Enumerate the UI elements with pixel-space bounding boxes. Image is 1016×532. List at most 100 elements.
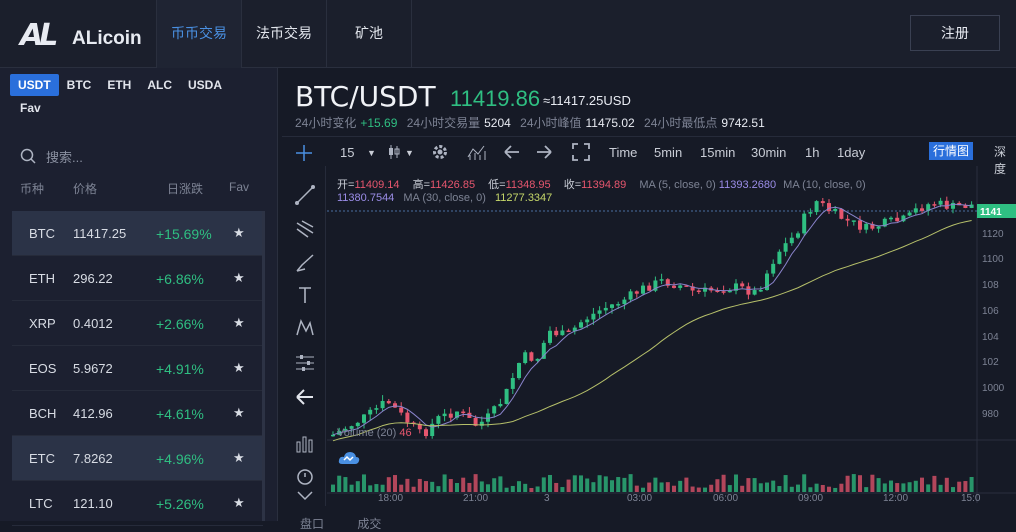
nav-mining-pool[interactable]: 矿池 <box>326 0 412 68</box>
candle-body <box>554 330 559 336</box>
indicators-icon[interactable] <box>467 143 487 161</box>
volume-bar <box>938 484 943 492</box>
tab-usda[interactable]: USDA <box>180 74 230 96</box>
tab-usdt[interactable]: USDT <box>10 74 59 96</box>
volume-bar <box>634 485 639 492</box>
volume-bar <box>479 481 484 492</box>
tab-orderbook[interactable]: 盘口 <box>300 517 324 531</box>
tab-fav[interactable]: Fav <box>20 101 41 115</box>
logo[interactable]: AL ALicoin <box>20 16 150 53</box>
fullscreen-icon[interactable] <box>572 143 590 161</box>
volume-bar <box>442 474 447 492</box>
tab-trades[interactable]: 成交 <box>357 517 381 531</box>
interval-30min[interactable]: 30min <box>751 145 786 160</box>
volume-bar <box>591 482 596 492</box>
chart-canvas[interactable]: 1120 1100 108 106 104 102 1000 980 18:00 21:00 3 0… <box>327 166 1016 503</box>
crosshair-icon[interactable] <box>294 143 314 163</box>
star-icon[interactable]: ★ <box>233 405 245 421</box>
fib-tool-icon[interactable] <box>294 218 316 240</box>
interval-1day[interactable]: 1day <box>837 145 865 160</box>
star-icon[interactable]: ★ <box>233 270 245 286</box>
col-price[interactable]: 价格 <box>73 180 97 197</box>
chart-toolbar: 15 ▼ ▼ Time 5min 15min 30min 1h 1day 行情图… <box>282 136 1016 176</box>
volume-bar <box>969 476 974 492</box>
brush-icon[interactable] <box>294 252 316 274</box>
volume-bar <box>895 483 900 492</box>
interval-5min[interactable]: 5min <box>654 145 682 160</box>
volume-bar <box>399 484 404 492</box>
redo-icon[interactable] <box>535 144 553 160</box>
y-tick-label: 102 <box>982 357 999 368</box>
volume-bar <box>486 484 490 492</box>
market-row-eos[interactable]: EOS 5.9672 +4.91% ★ <box>12 346 263 391</box>
interval-time[interactable]: Time <box>609 145 637 160</box>
pattern-tool-icon[interactable] <box>294 317 316 339</box>
star-icon[interactable]: ★ <box>233 225 245 241</box>
market-row-bch[interactable]: BCH 412.96 +4.61% ★ <box>12 391 263 436</box>
market-row-etc[interactable]: ETC 7.8262 +4.96% ★ <box>12 436 263 481</box>
volume-bar <box>876 478 881 492</box>
market-row-btc[interactable]: BTC 11417.25 +15.69% ★ <box>12 211 263 256</box>
chevron-down-icon[interactable]: ▼ <box>405 148 414 158</box>
col-symbol[interactable]: 币种 <box>20 180 44 197</box>
chevron-down-icon[interactable]: ▼ <box>367 148 376 158</box>
volume-legend: Volume (20) 46 <box>337 427 412 439</box>
col-change[interactable]: 日涨跌 <box>167 180 203 197</box>
candle-body <box>386 401 391 404</box>
interval-select[interactable]: 15 <box>340 145 354 160</box>
volume-bar <box>374 484 379 492</box>
trend-line-icon[interactable] <box>294 184 316 206</box>
col-fav: Fav <box>229 180 250 194</box>
candle-body <box>802 213 807 234</box>
star-icon[interactable]: ★ <box>233 315 245 331</box>
high-label: 高= <box>412 179 431 191</box>
volume-bar <box>926 484 931 492</box>
candle-body <box>510 378 515 389</box>
chevron-down-icon[interactable] <box>294 488 316 504</box>
star-icon[interactable]: ★ <box>233 450 245 466</box>
market-row-eth[interactable]: ETH 296.22 +6.86% ★ <box>12 256 263 301</box>
cloud-icon[interactable] <box>337 449 361 467</box>
candle-body <box>591 313 596 320</box>
candle-type-icon[interactable] <box>386 144 402 160</box>
register-button[interactable]: 注册 <box>910 15 1000 51</box>
nav-spot-trading[interactable]: 币币交易 <box>156 0 241 68</box>
star-icon[interactable]: ★ <box>233 360 245 376</box>
gear-icon[interactable] <box>431 143 449 161</box>
nav-fiat-trading[interactable]: 法币交易 <box>241 0 326 68</box>
text-tool-icon[interactable] <box>294 284 316 306</box>
undo-icon[interactable] <box>503 144 521 160</box>
tab-btc[interactable]: BTC <box>59 74 100 96</box>
tab-eth[interactable]: ETH <box>99 74 139 96</box>
volume-bars-icon[interactable] <box>294 433 316 455</box>
candle-body <box>746 286 751 295</box>
market-row-xrp[interactable]: XRP 0.4012 +2.66% ★ <box>12 301 263 346</box>
sidebar-scrollbar[interactable] <box>262 211 265 521</box>
candle-body <box>498 403 503 407</box>
bottom-tabs: 盘口 成交 <box>300 515 411 532</box>
ma5-value: 11393.2680 <box>718 179 777 191</box>
market-search <box>20 146 260 168</box>
market-row-ltc[interactable]: LTC 121.10 +5.26% ★ <box>12 481 263 526</box>
candle-body <box>548 330 552 343</box>
tab-alc[interactable]: ALC <box>139 74 180 96</box>
y-tick-label: 104 <box>982 332 999 343</box>
volume-bar <box>839 483 844 492</box>
volume-label: Volume (20) <box>337 427 397 439</box>
volume-bar <box>820 484 825 492</box>
tab-price-chart[interactable]: 行情图 <box>929 142 974 160</box>
star-icon[interactable]: ★ <box>233 495 245 511</box>
interval-1h[interactable]: 1h <box>805 145 819 160</box>
candle-body <box>851 220 856 222</box>
ma10-value: 11380.7544 <box>337 192 395 204</box>
candle-body <box>523 352 528 363</box>
market-list-header: 币种 价格 日涨跌 Fav <box>0 180 278 196</box>
interval-15min[interactable]: 15min <box>700 145 735 160</box>
price-chart[interactable]: 1120 1100 108 106 104 102 1000 980 18:00 21:00 3 0… <box>327 166 1016 503</box>
search-input[interactable] <box>46 146 246 168</box>
magnet-icon[interactable] <box>294 466 316 488</box>
measure-tool-icon[interactable] <box>294 352 316 374</box>
arrow-left-icon[interactable] <box>294 386 316 408</box>
volume-bar <box>870 474 875 492</box>
candle-body <box>833 208 838 212</box>
